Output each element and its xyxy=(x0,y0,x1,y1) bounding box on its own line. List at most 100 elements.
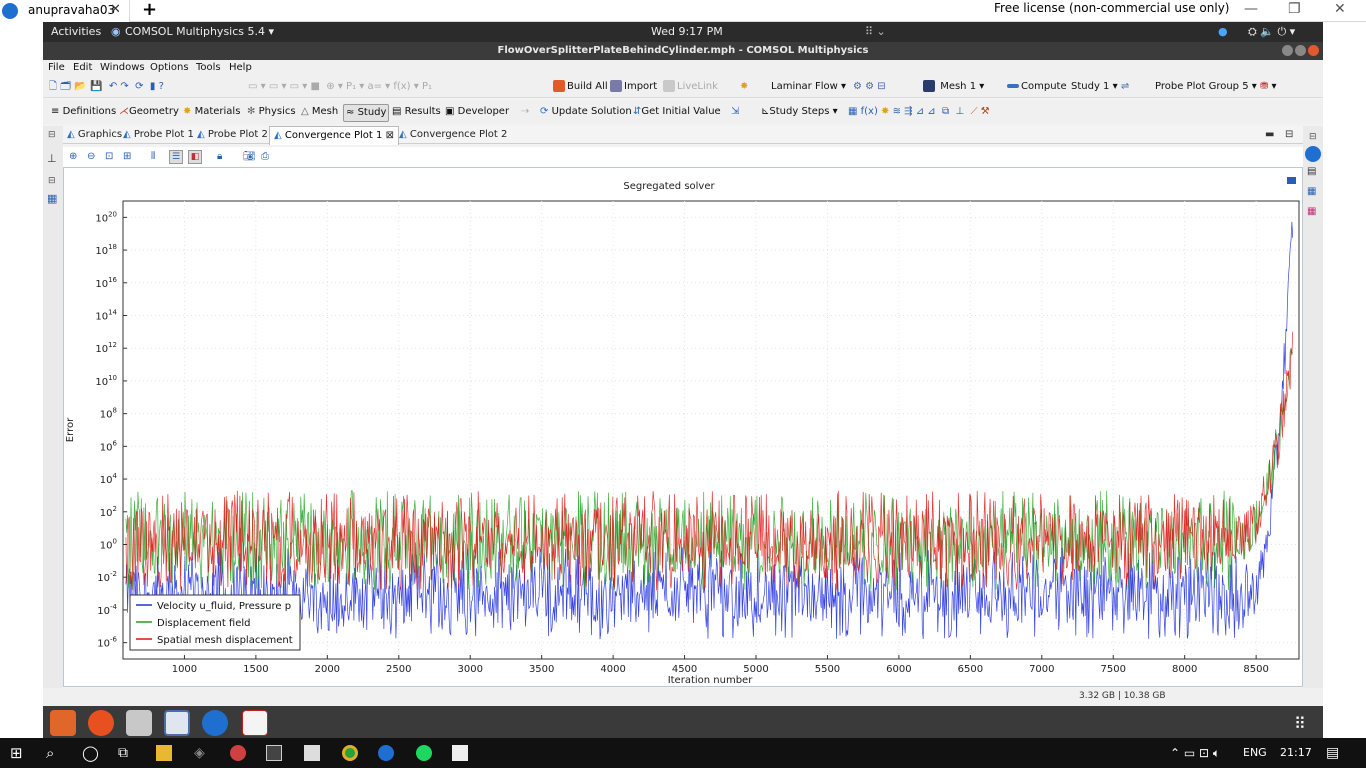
language-indicator[interactable]: ENG xyxy=(1243,738,1267,768)
close-tab-icon[interactable]: ✕ xyxy=(110,0,121,20)
ribbon-definitions[interactable]: ≡ Definitions xyxy=(51,100,116,124)
y-tick-label: 1018 xyxy=(95,243,117,257)
system-status-icons[interactable]: ⛭ 🔈 ⏻ ▾ xyxy=(1248,22,1295,42)
print-icon[interactable]: ⎙ xyxy=(261,147,269,167)
ribbon-mesh[interactable]: △ Mesh xyxy=(301,100,338,124)
right-panel-icon-c[interactable]: ▦ xyxy=(1307,206,1316,217)
right-panel-icon-a[interactable]: ▤ xyxy=(1307,166,1316,177)
legend-position-icon[interactable]: ◧ xyxy=(188,150,202,164)
show-grid-icon[interactable]: ⫴ xyxy=(151,147,155,167)
menu-help[interactable]: Help xyxy=(229,60,252,76)
mesh-dropdown[interactable]: Mesh 1 ▾ xyxy=(923,76,984,98)
app-menu[interactable]: COMSOL Multiphysics 5.4 ▾ xyxy=(125,22,274,42)
file-explorer-icon[interactable] xyxy=(156,745,172,761)
teamviewer-dock-icon[interactable] xyxy=(202,710,228,736)
show-legend-icon[interactable]: ☰ xyxy=(169,150,183,164)
tab-probe-plot-1[interactable]: ◭ Probe Plot 1 xyxy=(123,126,194,144)
compute-button[interactable]: Compute xyxy=(1007,76,1067,98)
restore-right-panel-icon[interactable]: ⊟ xyxy=(1309,132,1317,142)
maximize-icon[interactable] xyxy=(1295,45,1306,56)
zoom-extents-icon[interactable]: ⊞ xyxy=(123,147,131,167)
ribbon-developer[interactable]: ▣ Developer xyxy=(445,100,509,124)
restore-panel-icon[interactable]: ⊟ xyxy=(48,130,56,140)
ribbon-physics[interactable]: ✻ Physics xyxy=(247,100,296,124)
ribbon-results[interactable]: ▤ Results xyxy=(392,100,441,124)
quick-access-icons[interactable]: 🗋 🗂 📂 💾 ↶ ↷ ⟳ ▮ ? xyxy=(49,76,164,98)
import-button[interactable]: Import xyxy=(610,76,657,98)
ribbon-study[interactable]: ≈ Study xyxy=(343,104,390,122)
ribbon-geometry[interactable]: ⋌Geometry xyxy=(119,100,179,124)
file-manager-icon[interactable] xyxy=(126,710,152,736)
lock-axis-icon[interactable]: 🔒︎ xyxy=(217,147,222,167)
start-icon[interactable]: ⊞ xyxy=(10,738,23,768)
ribbon-study-tool-icons[interactable]: ▦ f(x) ✸ ≋ ⇶ ⊿ ⊿ ⧉ ⊥ ⟋ ⚒ xyxy=(848,100,990,124)
new-tab-button[interactable]: + xyxy=(142,0,157,20)
ribbon-materials[interactable]: ✸ Materials xyxy=(183,100,240,124)
export-plot-icon[interactable] xyxy=(1287,177,1296,184)
teamviewer-taskbar-icon[interactable] xyxy=(378,745,394,761)
close-icon[interactable] xyxy=(1308,45,1319,56)
store-icon[interactable] xyxy=(266,745,282,761)
search-icon[interactable]: ⌕ xyxy=(46,738,54,768)
remote-session-tab[interactable]: anupravaha03 ✕ xyxy=(0,0,130,22)
comsol-dock-icon[interactable] xyxy=(164,710,190,736)
menu-windows[interactable]: Windows xyxy=(100,60,145,76)
get-initial-value-button[interactable]: ⇵Get Initial Value xyxy=(633,100,721,124)
taskbar-app-icon[interactable]: ◈ xyxy=(194,738,205,768)
probe-plot-group-dropdown[interactable]: Probe Plot Group 5 ▾ ⛃ ▾ xyxy=(1155,76,1277,98)
maximize-view-icon[interactable]: ⊟ xyxy=(1285,126,1293,144)
restore-panel-2-icon[interactable]: ⊟ xyxy=(48,176,56,186)
image-snapshot-icon[interactable]: 📷︎ xyxy=(243,147,256,167)
minimize-icon[interactable] xyxy=(1282,45,1293,56)
clock[interactable]: Wed 9:17 PM xyxy=(651,22,723,42)
menu-edit[interactable]: Edit xyxy=(73,60,92,76)
firefox-icon[interactable] xyxy=(88,710,114,736)
files-app-icon[interactable] xyxy=(50,710,76,736)
mail-icon[interactable] xyxy=(304,745,320,761)
build-all-button[interactable]: Build All xyxy=(553,76,608,98)
settings-panel-icon[interactable]: ▦ xyxy=(47,192,57,205)
menu-tools[interactable]: Tools xyxy=(196,60,221,76)
zoom-box-icon[interactable]: ⊡ xyxy=(105,147,113,167)
system-tray-icons[interactable]: ⌃ ▭ ⊡ 🔈︎ xyxy=(1170,738,1220,768)
zoom-in-icon[interactable]: ⊕ xyxy=(69,147,77,167)
tab-probe-plot-2[interactable]: ◭ Probe Plot 2 xyxy=(197,126,268,144)
physics-tool-icon[interactable]: ✸ xyxy=(740,76,748,98)
taskbar-clock[interactable]: 21:17 xyxy=(1280,738,1312,768)
minimize-window-icon[interactable]: — xyxy=(1244,0,1258,18)
zoom-out-icon[interactable]: ⊖ xyxy=(87,147,95,167)
tab-graphics[interactable]: ◭ Graphics xyxy=(67,126,122,144)
model-builder-icon[interactable]: ⊥ xyxy=(47,152,57,165)
task-view-icon[interactable]: ⧉ xyxy=(118,738,128,768)
tab-convergence-plot-2[interactable]: ◭ Convergence Plot 2 xyxy=(399,126,507,144)
chrome-icon[interactable] xyxy=(342,745,358,761)
y-tick-label: 10-6 xyxy=(97,636,117,650)
cortana-icon[interactable]: ◯ xyxy=(82,738,99,768)
close-tab-icon[interactable]: ⊠ xyxy=(386,130,394,141)
laminar-flow-dropdown[interactable]: Laminar Flow ▾ xyxy=(771,76,846,98)
spotify-icon[interactable] xyxy=(416,745,432,761)
physics-feature-icons[interactable]: ⚙ ⚙ ⊟ xyxy=(853,76,886,98)
ribbon-tool-icon[interactable]: ⇲ xyxy=(731,100,739,124)
tab-convergence-plot-1[interactable]: ◭ Convergence Plot 1 ⊠ xyxy=(269,126,399,145)
teamviewer-tray-icon[interactable]: ● xyxy=(1218,22,1228,42)
show-applications-icon[interactable]: ⠿ xyxy=(1294,714,1306,733)
teamviewer-side-icon[interactable] xyxy=(1305,146,1321,162)
photos-icon[interactable] xyxy=(452,745,468,761)
document-viewer-icon[interactable] xyxy=(242,710,268,736)
notifications-icon[interactable]: ▤ xyxy=(1326,738,1339,768)
restore-window-icon[interactable]: ❐ xyxy=(1288,0,1301,18)
right-panel-icon-b[interactable]: ▦ xyxy=(1307,186,1316,197)
update-solution-button[interactable]: ⟳ Update Solution xyxy=(540,100,632,124)
menu-options[interactable]: Options xyxy=(150,60,189,76)
livelink-button[interactable]: LiveLink xyxy=(663,76,718,98)
taskbar-app-2-icon[interactable] xyxy=(230,745,246,761)
activities-button[interactable]: Activities xyxy=(51,22,101,42)
mesh-icon xyxy=(923,80,935,92)
study-steps-dropdown[interactable]: ⊾Study Steps ▾ xyxy=(761,100,838,124)
close-window-icon[interactable]: ✕ xyxy=(1334,0,1346,18)
minimize-view-icon[interactable]: ▬ xyxy=(1265,126,1274,144)
study-dropdown[interactable]: Study 1 ▾ ⇌ xyxy=(1071,76,1129,98)
convergence-chart[interactable]: Segregated solver 1000 1500 2000 2500 3000 35… xyxy=(64,168,1302,686)
menu-file[interactable]: File xyxy=(48,60,65,76)
